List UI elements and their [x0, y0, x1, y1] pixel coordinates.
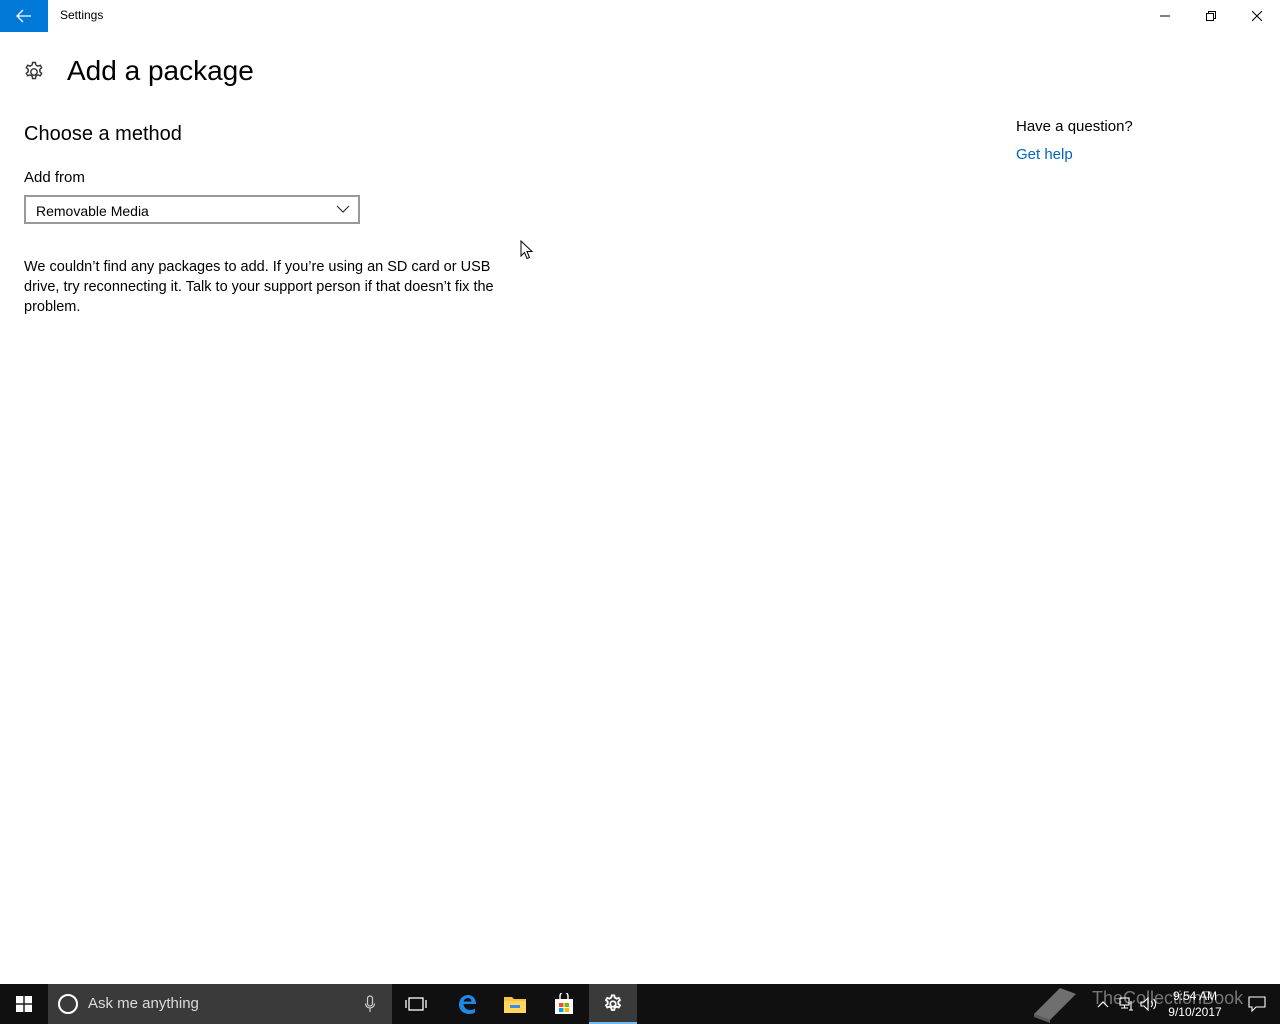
minimize-icon	[1160, 15, 1170, 17]
cortana-search-box[interactable]: Ask me anything	[48, 984, 392, 1024]
notification-icon	[1248, 996, 1266, 1012]
minimize-button[interactable]	[1142, 0, 1188, 32]
network-tray-button[interactable]	[1116, 984, 1136, 1024]
store-icon	[555, 993, 573, 1014]
file-explorer-icon	[504, 997, 526, 1013]
clock-date: 9/10/2017	[1168, 1005, 1222, 1019]
clock-time: 9:54 AM	[1172, 989, 1218, 1003]
settings-icon	[604, 994, 622, 1011]
search-placeholder: Ask me anything	[88, 995, 199, 1012]
volume-tray-button[interactable]	[1138, 984, 1160, 1024]
taskbar: Ask me anything TheCollectionBook 9:54 A…	[0, 984, 1280, 1024]
start-button[interactable]	[0, 984, 48, 1024]
windows-logo-icon	[16, 996, 32, 1012]
network-icon	[1119, 997, 1133, 1011]
task-view-icon	[405, 997, 427, 1011]
file-explorer-button[interactable]	[491, 984, 539, 1024]
back-arrow-icon	[16, 9, 31, 23]
chevron-down-icon	[336, 205, 350, 213]
taskbar-clock[interactable]: 9:54 AM 9/10/2017	[1160, 988, 1230, 1020]
speaker-icon	[1140, 997, 1157, 1011]
gear-icon	[23, 61, 45, 83]
settings-taskbar-button[interactable]	[589, 984, 637, 1024]
chevron-up-icon	[1097, 1001, 1109, 1008]
edge-icon	[459, 995, 476, 1014]
book-watermark-icon	[1034, 988, 1076, 1023]
add-from-dropdown[interactable]: Removable Media	[24, 195, 360, 224]
mouse-cursor-icon	[520, 240, 534, 260]
get-help-link[interactable]: Get help	[1016, 146, 1073, 163]
add-from-label: Add from	[24, 169, 85, 186]
section-title: Choose a method	[24, 123, 182, 145]
action-center-button[interactable]	[1234, 984, 1280, 1024]
microphone-icon[interactable]	[364, 995, 376, 1013]
back-button[interactable]	[0, 0, 48, 32]
add-from-selected-value: Removable Media	[36, 203, 149, 219]
store-button[interactable]	[540, 984, 588, 1024]
restore-icon	[1206, 11, 1216, 21]
no-packages-message: We couldn’t find any packages to add. If…	[24, 259, 494, 315]
edge-button[interactable]	[443, 984, 491, 1024]
close-icon	[1252, 11, 1262, 21]
title-bar: Settings	[0, 0, 1280, 32]
cortana-icon	[58, 994, 78, 1014]
window-title: Settings	[60, 8, 104, 22]
task-view-button[interactable]	[392, 984, 440, 1024]
restore-button[interactable]	[1188, 0, 1234, 32]
show-hidden-icons-button[interactable]	[1092, 984, 1114, 1024]
close-button[interactable]	[1234, 0, 1280, 32]
page-title: Add a package	[67, 55, 254, 86]
help-heading: Have a question?	[1016, 118, 1133, 135]
